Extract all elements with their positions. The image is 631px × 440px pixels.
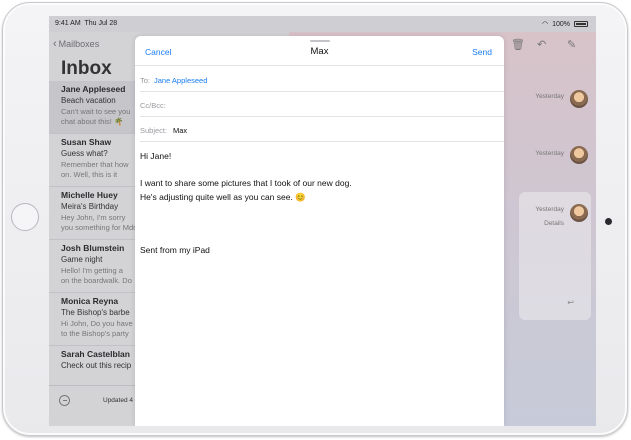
trash-icon[interactable]: 🗑 bbox=[511, 38, 525, 51]
compose-header: Cancel Max Send bbox=[135, 36, 504, 66]
send-button[interactable]: Send bbox=[472, 47, 492, 57]
chevron-left-icon: ‹ bbox=[53, 38, 57, 50]
status-right: ◠ 100% bbox=[542, 20, 588, 28]
subject-label: Subject: bbox=[140, 126, 168, 135]
avatar bbox=[570, 146, 588, 164]
to-recipient[interactable]: Jane Appleseed bbox=[154, 76, 207, 85]
sheet-grabber[interactable] bbox=[310, 40, 330, 42]
camera-dot bbox=[605, 218, 612, 225]
body-line-2[interactable]: He's adjusting quite well as you can see… bbox=[140, 192, 306, 203]
subject-field[interactable]: Subject: Max bbox=[140, 117, 504, 142]
cc-bcc-field[interactable]: Cc/Bcc: bbox=[140, 92, 504, 117]
to-label: To: bbox=[140, 76, 151, 85]
mailboxes-back-button[interactable]: ‹ Mailboxes bbox=[53, 38, 99, 50]
details-link[interactable]: Details bbox=[544, 220, 564, 227]
filter-icon[interactable] bbox=[59, 395, 70, 406]
message-time: Yesterday bbox=[535, 150, 564, 157]
body-greeting[interactable]: Hi Jane! bbox=[140, 151, 171, 161]
subject-value[interactable]: Max bbox=[173, 126, 187, 135]
body-line-1[interactable]: I want to share some pictures that I too… bbox=[140, 178, 352, 188]
compose-icon[interactable]: ✎ bbox=[567, 38, 576, 51]
battery-percent: 100% bbox=[552, 20, 570, 28]
wifi-icon: ◠ bbox=[541, 21, 549, 28]
message-time: Yesterday bbox=[535, 93, 564, 100]
status-time: 9:41 AM Thu Jul 28 bbox=[55, 20, 118, 27]
compose-title: Max bbox=[310, 46, 329, 57]
body-signature[interactable]: Sent from my iPad bbox=[140, 245, 210, 255]
home-button[interactable] bbox=[11, 203, 39, 231]
compose-sheet: Cancel Max Send To: Jane Appleseed Cc/Bc… bbox=[135, 36, 504, 426]
avatar bbox=[570, 90, 588, 108]
reply-icon[interactable]: ↶ bbox=[537, 38, 546, 51]
status-bar: 9:41 AM Thu Jul 28 ◠ 100% bbox=[49, 16, 596, 32]
battery-icon bbox=[574, 21, 588, 27]
cc-bcc-label: Cc/Bcc: bbox=[140, 101, 166, 110]
back-label: Mailboxes bbox=[58, 39, 100, 49]
page-title: Inbox bbox=[61, 58, 112, 79]
message-time: Yesterday bbox=[535, 206, 564, 213]
avatar bbox=[570, 204, 588, 222]
to-field[interactable]: To: Jane Appleseed bbox=[140, 67, 504, 92]
ipad-frame: 9:41 AM Thu Jul 28 ◠ 100% ‹ Mailboxes In… bbox=[2, 2, 628, 436]
screen: 9:41 AM Thu Jul 28 ◠ 100% ‹ Mailboxes In… bbox=[49, 16, 596, 426]
reply-arrow-icon[interactable]: ↩ bbox=[567, 298, 574, 307]
